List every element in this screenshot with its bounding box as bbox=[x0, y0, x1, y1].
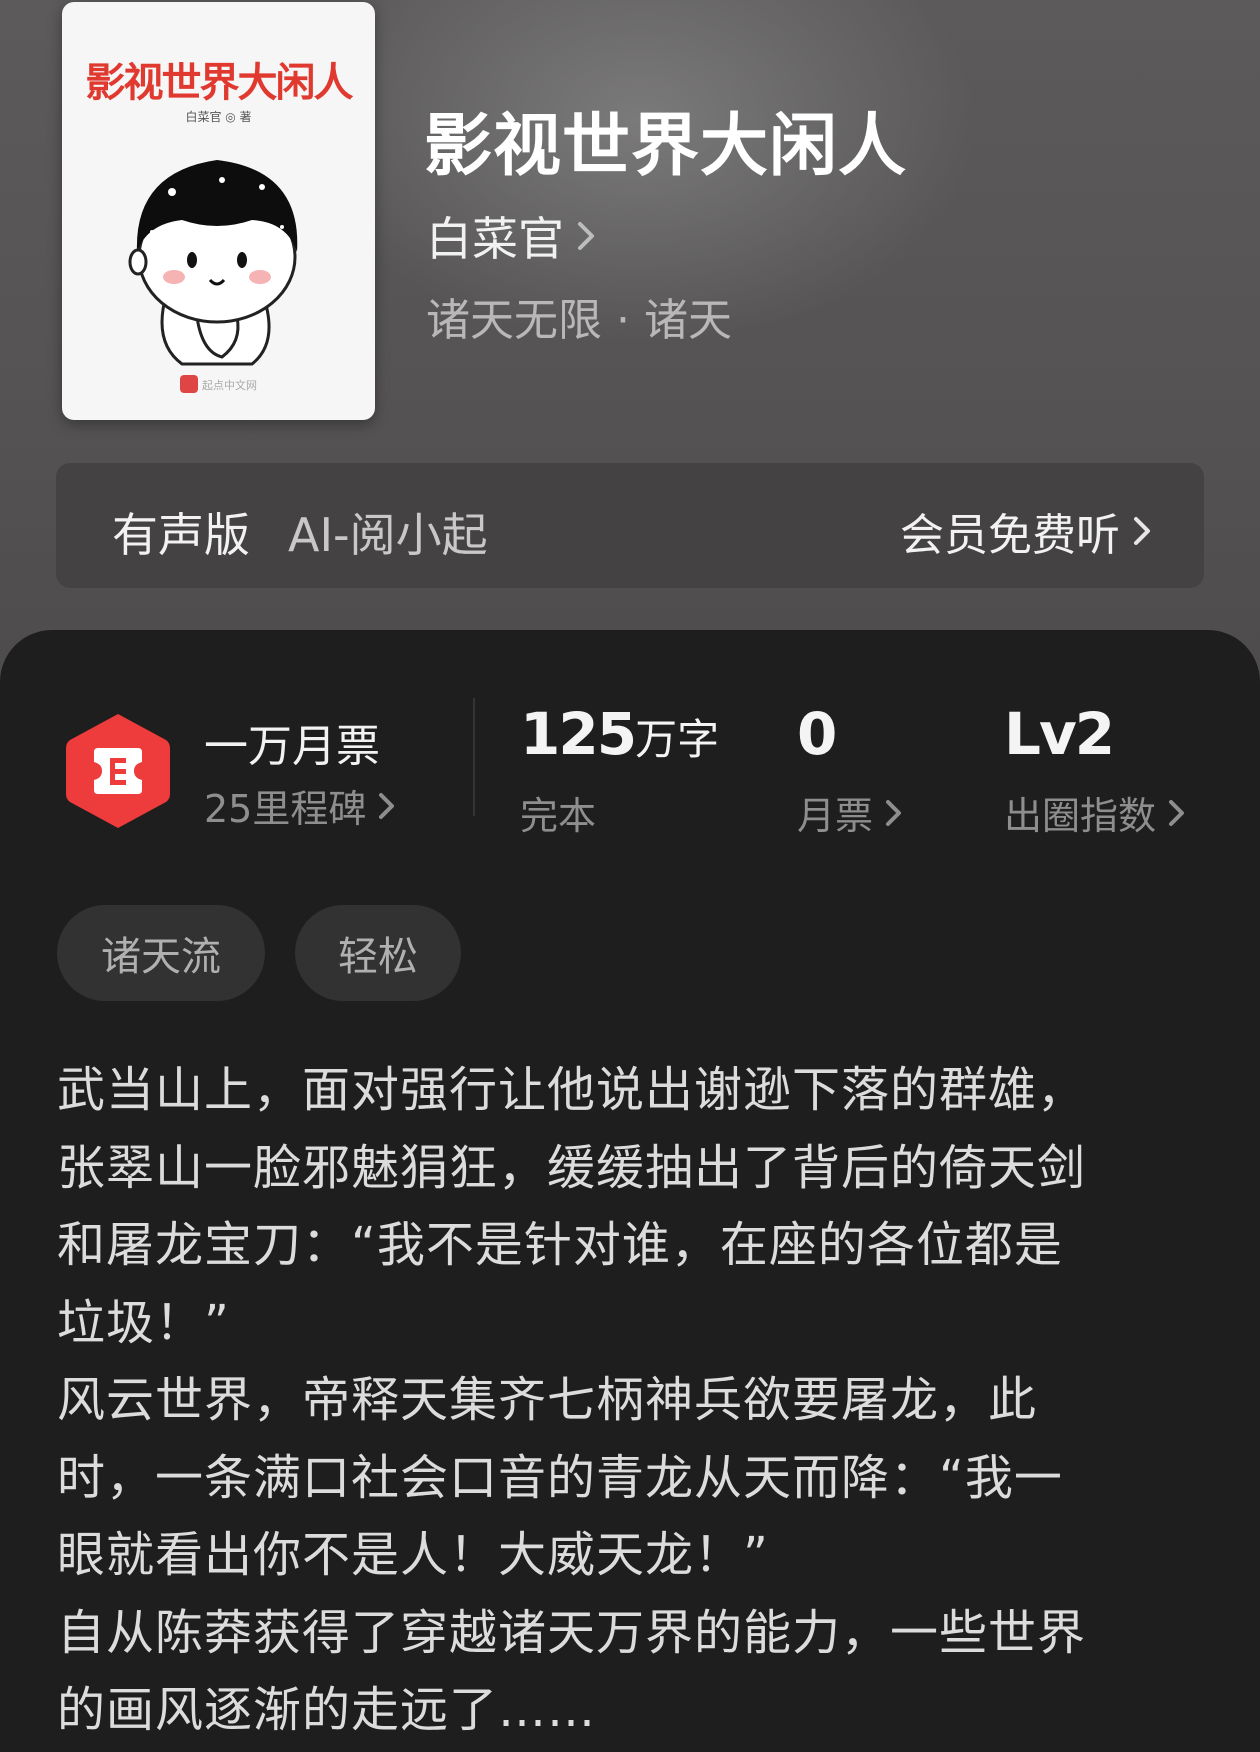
tickets-label: 月票 bbox=[797, 794, 874, 838]
audio-version-bar[interactable]: 有声版 AI-阅小起 会员免费听 bbox=[56, 463, 1204, 588]
cover-illustration bbox=[128, 160, 298, 366]
stats-divider bbox=[473, 698, 475, 816]
listen-free-button[interactable]: 会员免费听 bbox=[900, 499, 1152, 563]
author-link[interactable]: 白菜官 bbox=[426, 203, 596, 269]
tag-chip[interactable]: 诸天流 bbox=[57, 905, 265, 1001]
popularity-link[interactable]: 出圈指数 bbox=[1004, 785, 1186, 840]
milestone-label: 25里程碑 bbox=[204, 787, 367, 831]
audio-narrator: AI-阅小起 bbox=[288, 508, 488, 562]
popularity-label: 出圈指数 bbox=[1004, 794, 1157, 838]
book-header: 影视世界大闲人 白菜官 ◎ 著 起点中文网 影视世界大闲人 白菜官 诸天无限 ·… bbox=[0, 0, 1260, 700]
ticket-count: 0 bbox=[797, 700, 837, 768]
monthly-ticket-title[interactable]: 一万月票 bbox=[204, 710, 380, 774]
tickets-link[interactable]: 月票 bbox=[797, 785, 903, 840]
chevron-right-icon bbox=[379, 792, 395, 819]
book-synopsis: 武当山上，面对强行让他说出谢逊下落的群雄， 张翠山一脸邪魅狷狂，缓缓抽出了背后的… bbox=[57, 1062, 1087, 1738]
publisher-logo-icon bbox=[180, 375, 198, 393]
book-title: 影视世界大闲人 bbox=[424, 106, 908, 186]
cover-title: 影视世界大闲人 bbox=[85, 59, 354, 106]
monthly-ticket-badge-icon bbox=[66, 714, 170, 828]
word-count-number: 125 bbox=[520, 700, 637, 768]
author-name: 白菜官 bbox=[426, 212, 564, 266]
popularity-level: Lv2 bbox=[1004, 700, 1115, 768]
milestone-link[interactable]: 25里程碑 bbox=[204, 778, 396, 833]
chevron-right-icon bbox=[1134, 517, 1150, 545]
chevron-right-icon bbox=[578, 222, 594, 250]
word-count-unit: 万字 bbox=[635, 715, 720, 764]
cover-publisher: 起点中文网 bbox=[202, 379, 257, 392]
completion-status: 完本 bbox=[520, 794, 597, 838]
listen-free-label: 会员免费听 bbox=[900, 510, 1120, 561]
tag-chip[interactable]: 轻松 bbox=[295, 905, 461, 1001]
chevron-right-icon bbox=[1169, 799, 1185, 826]
word-count: 125万字 bbox=[520, 700, 719, 768]
genre-text[interactable]: 诸天无限 · 诸天 bbox=[426, 284, 732, 348]
audio-label: 有声版 bbox=[112, 508, 250, 562]
chevron-right-icon bbox=[886, 799, 902, 826]
book-cover[interactable]: 影视世界大闲人 白菜官 ◎ 著 起点中文网 bbox=[62, 2, 375, 420]
cover-author: 白菜官 ◎ 著 bbox=[185, 110, 252, 124]
